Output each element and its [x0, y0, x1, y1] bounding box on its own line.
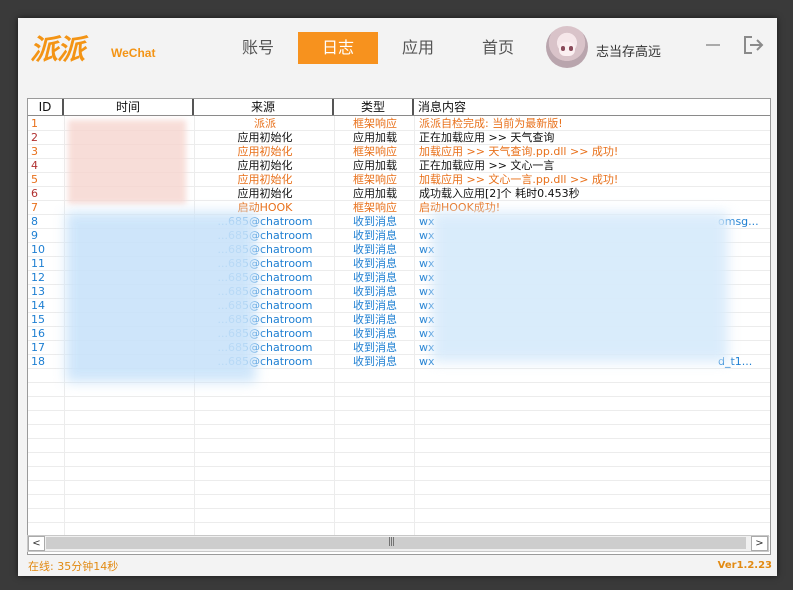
cell-type: 框架响应 [353, 145, 397, 158]
cell-id: 15 [31, 313, 45, 326]
col-header-time[interactable]: 时间 [64, 99, 194, 115]
scroll-grip-icon: ||| [388, 537, 395, 547]
cell-id: 2 [31, 131, 38, 144]
cell-type: 应用加载 [353, 131, 397, 144]
cell-id: 5 [31, 173, 38, 186]
cell-type: 收到消息 [353, 243, 397, 256]
col-header-type[interactable]: 类型 [334, 99, 414, 115]
cell-type: 收到消息 [353, 313, 397, 326]
cell-type: 收到消息 [353, 271, 397, 284]
empty-row [28, 509, 770, 523]
cell-type: 框架响应 [353, 173, 397, 186]
empty-row [28, 439, 770, 453]
cell-id: 18 [31, 355, 45, 368]
empty-row [28, 481, 770, 495]
header: 派派 WeChat 账号 日志 应用 首页 志当存高远 [18, 18, 777, 80]
table-header: ID 时间 来源 类型 消息内容 [28, 99, 770, 116]
cell-type: 收到消息 [353, 327, 397, 340]
cell-type: 收到消息 [353, 285, 397, 298]
redacted-area [432, 212, 728, 362]
app-window: 派派 WeChat 账号 日志 应用 首页 志当存高远 ID 时间 来源 类型 … [18, 18, 777, 576]
cell-id: 1 [31, 117, 38, 130]
online-status: 在线: 35分钟14秒 [28, 560, 119, 573]
cell-id: 11 [31, 257, 45, 270]
cell-source: 派派 [254, 117, 276, 130]
app-logo: 派派 [30, 33, 85, 66]
empty-row [28, 467, 770, 481]
cell-id: 9 [31, 229, 38, 242]
cell-id: 16 [31, 327, 45, 340]
log-table: ID 时间 来源 类型 消息内容 1 派派 框架响应 派派自检完成: 当前为最新版! 2… [27, 98, 771, 555]
cell-type: 收到消息 [353, 257, 397, 270]
cell-id: 14 [31, 299, 45, 312]
cell-source: 应用初始化 [237, 173, 293, 186]
minimize-icon[interactable] [706, 44, 720, 46]
cell-id: 10 [31, 243, 45, 256]
empty-row [28, 383, 770, 397]
col-header-id[interactable]: ID [28, 99, 64, 115]
cell-message: 加载应用 >> 天气查询.pp.dll >> 成功! [419, 145, 619, 158]
cell-message: 派派自检完成: 当前为最新版! [419, 117, 563, 130]
avatar-eye-right [569, 46, 573, 51]
cell-id: 4 [31, 159, 38, 172]
username: 志当存高远 [596, 45, 662, 60]
tab-apps[interactable]: 应用 [378, 32, 458, 64]
empty-row [28, 425, 770, 439]
cell-message: 加载应用 >> 文心一言.pp.dll >> 成功! [419, 173, 619, 186]
cell-message: 正在加载应用 >> 文心一言 [419, 159, 555, 172]
cell-id: 13 [31, 285, 45, 298]
scroll-right-button[interactable]: > [751, 536, 768, 551]
version-label: Ver1.2.23 [717, 560, 772, 571]
cell-source: 应用初始化 [237, 131, 293, 144]
tab-home[interactable]: 首页 [458, 32, 538, 64]
logout-icon[interactable] [743, 35, 765, 55]
cell-type: 应用加载 [353, 187, 397, 200]
cell-message: 正在加载应用 >> 天气查询 [419, 131, 555, 144]
cell-source: 应用初始化 [237, 145, 293, 158]
empty-row [28, 495, 770, 509]
cell-id: 17 [31, 341, 45, 354]
col-header-source[interactable]: 来源 [194, 99, 334, 115]
col-header-message[interactable]: 消息内容 [414, 99, 770, 115]
empty-row [28, 453, 770, 467]
cell-type: 收到消息 [353, 355, 397, 368]
cell-source: 应用初始化 [237, 159, 293, 172]
cell-source: 应用初始化 [237, 187, 293, 200]
cell-type: 收到消息 [353, 215, 397, 228]
cell-id: 7 [31, 201, 38, 214]
redacted-area [66, 212, 256, 382]
tab-log[interactable]: 日志 [298, 32, 378, 64]
cell-message: 成功载入应用[2]个 耗时0.453秒 [419, 187, 580, 200]
cell-type: 收到消息 [353, 229, 397, 242]
empty-row [28, 397, 770, 411]
cell-type: 应用加载 [353, 159, 397, 172]
scroll-left-button[interactable]: < [28, 536, 45, 551]
horizontal-scrollbar[interactable]: < ||| > [27, 535, 769, 552]
tab-account[interactable]: 账号 [218, 32, 298, 64]
cell-id: 6 [31, 187, 38, 200]
scroll-thumb[interactable]: ||| [46, 537, 746, 549]
cell-id: 8 [31, 215, 38, 228]
cell-id: 12 [31, 271, 45, 284]
cell-type: 框架响应 [353, 117, 397, 130]
app-logo-sub: WeChat [111, 46, 156, 60]
avatar-eye-left [561, 46, 565, 51]
cell-id: 3 [31, 145, 38, 158]
empty-row [28, 411, 770, 425]
cell-type: 框架响应 [353, 201, 397, 214]
cell-type: 收到消息 [353, 341, 397, 354]
redacted-area [68, 120, 186, 204]
cell-type: 收到消息 [353, 299, 397, 312]
avatar[interactable] [546, 26, 588, 68]
